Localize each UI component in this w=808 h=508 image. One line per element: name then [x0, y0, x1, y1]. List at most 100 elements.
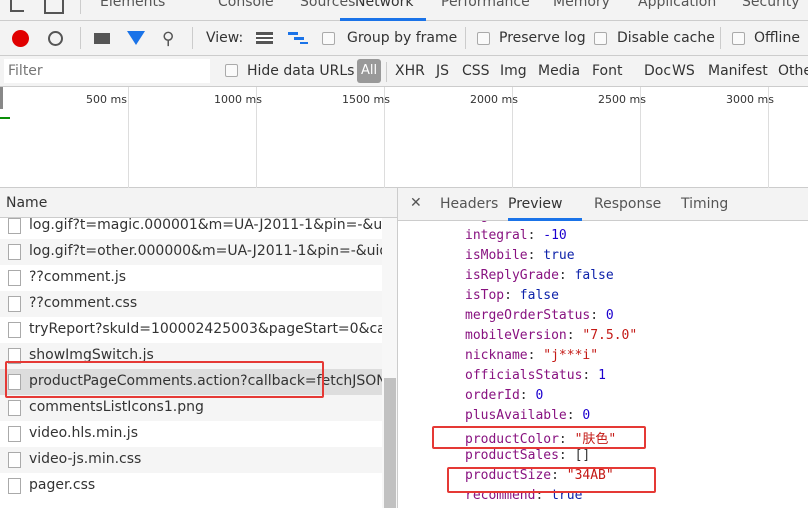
- property-key: officialsStatus: [465, 368, 583, 383]
- request-row[interactable]: log.gif?t=other.000000&m=UA-J2011-1&pin=…: [0, 239, 382, 265]
- close-icon[interactable]: ✕: [410, 195, 422, 211]
- hide-data-urls-checkbox[interactable]: [225, 64, 238, 77]
- property-key: isTop: [465, 288, 505, 303]
- file-icon: [8, 270, 21, 286]
- request-row[interactable]: tryReport?skuId=100002425003&pageStart=0…: [0, 317, 382, 343]
- filter-type-othe[interactable]: Othe: [778, 63, 808, 79]
- timeline-tick-label: 3000 ms: [726, 93, 774, 106]
- tab-sources[interactable]: Sources: [300, 0, 355, 10]
- tab-headers[interactable]: Headers: [440, 196, 498, 212]
- property-key: integral: [465, 228, 528, 243]
- hide-data-urls-label: Hide data URLs: [247, 63, 355, 79]
- filter-type-ws[interactable]: WS: [672, 63, 695, 79]
- filter-type-manifest[interactable]: Manifest: [708, 63, 768, 79]
- timeline-tick-label: 1000 ms: [214, 93, 262, 106]
- timeline-handle[interactable]: [0, 87, 3, 109]
- file-icon: [8, 426, 21, 442]
- filter-type-media[interactable]: Media: [538, 63, 580, 79]
- request-row[interactable]: pager.css: [0, 473, 382, 499]
- property-value: []: [512, 221, 528, 223]
- tab-response[interactable]: Response: [594, 196, 661, 212]
- preview-line: orderId: 0: [465, 388, 544, 403]
- offline-checkbox[interactable]: [732, 32, 745, 45]
- timeline-overview[interactable]: 500 ms 1000 ms 1500 ms 2000 ms 2500 ms 3000 m…: [0, 87, 808, 188]
- filter-type-doc[interactable]: Doc: [644, 63, 671, 79]
- name-column-header[interactable]: Name: [0, 188, 398, 218]
- property-value: 0: [582, 408, 591, 423]
- disable-cache-checkbox[interactable]: [594, 32, 607, 45]
- search-icon[interactable]: ⚲: [162, 29, 174, 49]
- tab-elements[interactable]: Elements: [100, 0, 165, 10]
- group-by-frame-checkbox[interactable]: [322, 32, 335, 45]
- tab-timing[interactable]: Timing: [681, 196, 728, 212]
- request-name: tryReport?skuId=100002425003&pageStart=0…: [29, 321, 382, 337]
- preview-pane: tags: [] integral: -10 isMobile: true isRep…: [398, 221, 808, 508]
- tab-preview[interactable]: Preview: [508, 196, 563, 212]
- request-row[interactable]: ??comment.css: [0, 291, 382, 317]
- request-name: log.gif?t=other.000000&m=UA-J2011-1&pin=…: [29, 243, 382, 259]
- preview-line: integral: -10: [465, 228, 567, 243]
- preserve-log-checkbox[interactable]: [477, 32, 490, 45]
- detail-tabs: ✕ Headers Preview Response Timing: [398, 188, 808, 221]
- tab-console[interactable]: Console: [218, 0, 274, 10]
- record-icon[interactable]: [12, 30, 29, 47]
- property-key: isMobile: [465, 248, 528, 263]
- request-row[interactable]: video.hls.min.js: [0, 421, 382, 447]
- screenshot-camera-icon[interactable]: [94, 33, 110, 44]
- property-key: plusAvailable: [465, 408, 567, 423]
- request-row[interactable]: log.gif?t=magic.000001&m=UA-J2011-1&pin=…: [0, 218, 382, 239]
- property-key: mergeOrderStatus: [465, 308, 591, 323]
- timeline-tick-label: 2500 ms: [598, 93, 646, 106]
- disable-cache-label: Disable cache: [617, 30, 715, 46]
- preview-line: officialsStatus: 1: [465, 368, 606, 383]
- file-icon: [8, 322, 21, 338]
- filter-type-xhr[interactable]: XHR: [395, 63, 425, 79]
- preview-line: isMobile: true: [465, 248, 575, 263]
- timeline-gridline: [128, 87, 129, 188]
- property-key: tags: [465, 221, 496, 223]
- preview-line: mergeOrderStatus: 0: [465, 308, 614, 323]
- filter-type-font[interactable]: Font: [592, 63, 622, 79]
- filter-type-js[interactable]: JS: [436, 63, 449, 79]
- tab-network[interactable]: Network: [355, 0, 413, 10]
- inspect-icon[interactable]: [10, 0, 24, 12]
- tab-performance[interactable]: Performance: [441, 0, 530, 10]
- offline-label: Offline: [754, 30, 800, 46]
- tab-application[interactable]: Application: [638, 0, 716, 10]
- preserve-log-label: Preserve log: [499, 30, 586, 46]
- filter-input[interactable]: [4, 59, 210, 83]
- tab-memory[interactable]: Memory: [553, 0, 610, 10]
- preview-line: nickname: "j***i": [465, 348, 599, 363]
- scrollbar-thumb[interactable]: [384, 378, 396, 508]
- filter-all-button[interactable]: All: [357, 59, 381, 83]
- property-value: "j***i": [543, 348, 599, 363]
- file-icon: [8, 218, 21, 234]
- request-row[interactable]: ??comment.js: [0, 265, 382, 291]
- property-key: mobileVersion: [465, 328, 567, 343]
- filter-type-css[interactable]: CSS: [462, 63, 490, 79]
- timeline-bar: [0, 117, 10, 119]
- device-toolbar-icon[interactable]: [44, 0, 64, 14]
- property-value: -10: [543, 228, 567, 243]
- tab-security[interactable]: Security: [742, 0, 800, 10]
- large-rows-icon[interactable]: [256, 32, 273, 44]
- request-name: video-js.min.css: [29, 451, 142, 467]
- request-row[interactable]: commentsListIcons1.png: [0, 395, 382, 421]
- property-value: false: [574, 268, 614, 283]
- preview-line: isReplyGrade: false: [465, 268, 614, 283]
- highlight-box: [432, 426, 646, 449]
- filter-type-img[interactable]: Img: [500, 63, 527, 79]
- request-row[interactable]: video-js.min.css: [0, 447, 382, 473]
- property-value: "7.5.0": [582, 328, 638, 343]
- filter-bar: Hide data URLs All XHR JS CSS Img Media Font D…: [0, 56, 808, 87]
- preview-line: plusAvailable: 0: [465, 408, 591, 423]
- property-value: true: [543, 248, 575, 263]
- property-key: orderId: [465, 388, 520, 403]
- waterfall-icon[interactable]: [288, 32, 308, 44]
- file-icon: [8, 244, 21, 260]
- clear-icon[interactable]: [48, 31, 63, 46]
- preview-line: productSales: []: [465, 448, 591, 463]
- filter-icon[interactable]: [127, 31, 145, 45]
- timeline-tick-label: 2000 ms: [470, 93, 518, 106]
- timeline-tick-label: 1500 ms: [342, 93, 390, 106]
